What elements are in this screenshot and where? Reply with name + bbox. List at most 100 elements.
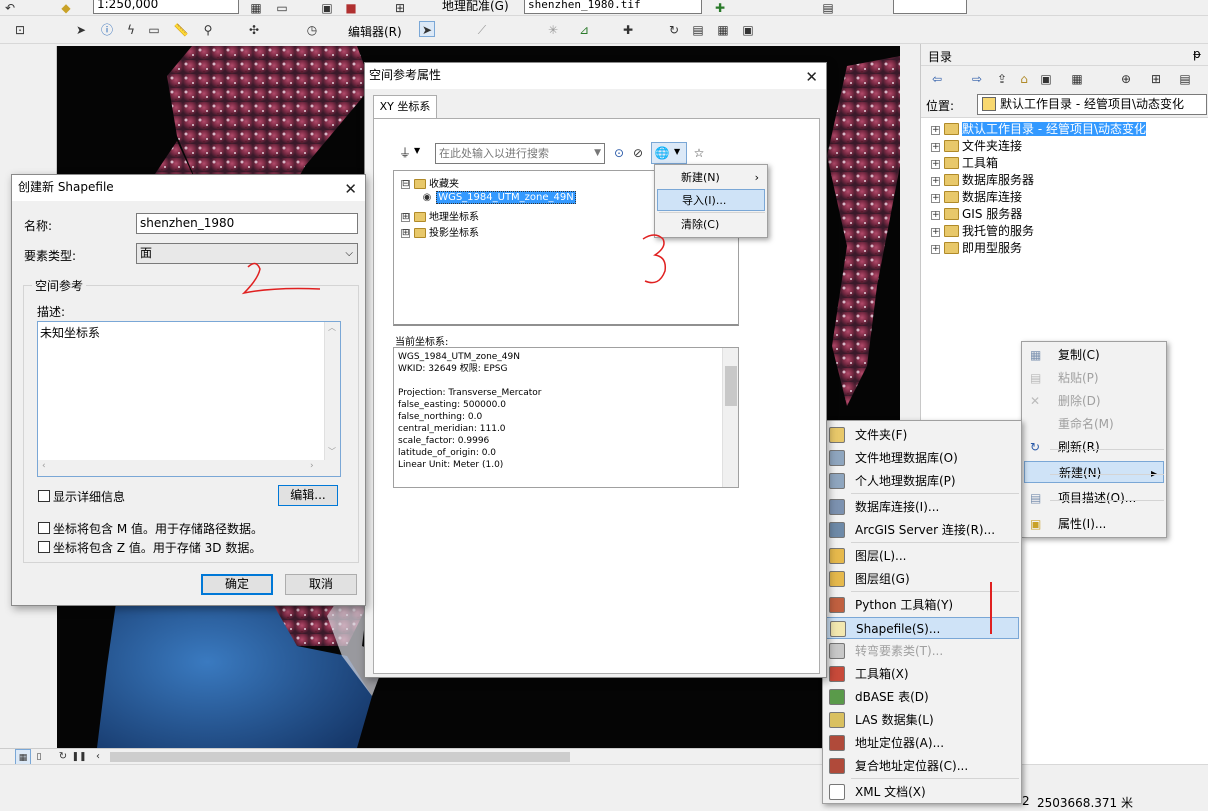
new-submenu-item[interactable]: 转弯要素类(T)... xyxy=(825,640,1019,662)
georeferencing-menu[interactable]: 地理配准(G) xyxy=(442,0,509,14)
catalog-tree-item[interactable]: + 数据库服务器 xyxy=(931,171,1034,188)
editor-menu[interactable]: 编辑器(R) xyxy=(348,23,402,40)
expand-icon[interactable]: + xyxy=(931,211,940,220)
m-values-checkbox[interactable]: 坐标将包含 M 值。用于存储路径数据。 xyxy=(38,520,263,537)
new-submenu-item[interactable]: XML 文档(X) xyxy=(825,781,1019,803)
rotate-icon[interactable]: ↻ xyxy=(666,22,682,38)
attributes-icon[interactable]: ▤ xyxy=(690,22,706,38)
filter-icon[interactable]: ⏚ xyxy=(397,145,413,161)
new-submenu-item[interactable]: 地址定位器(A)... xyxy=(825,732,1019,754)
pause-drawing-icon[interactable]: ❚❚ xyxy=(71,749,87,765)
expand-icon[interactable]: ⊞ xyxy=(401,229,410,238)
menu-clear[interactable]: 清除(C) xyxy=(657,214,765,236)
catalog-tree-item[interactable]: + 数据库连接 xyxy=(931,188,1022,205)
context-menu-item[interactable]: 新建(N) ▸ xyxy=(1024,461,1164,483)
data-view-icon[interactable]: ▦ xyxy=(15,749,31,765)
catalog-tree-item[interactable]: + 工具箱 xyxy=(931,154,998,171)
new-submenu-item[interactable]: 复合地址定位器(C)... xyxy=(825,755,1019,777)
search-icon[interactable]: ⊙ xyxy=(611,145,627,161)
ok-button[interactable]: 确定 xyxy=(201,574,273,595)
clear-search-icon[interactable]: ⊘ xyxy=(630,145,646,161)
layout-view-icon[interactable]: ▯ xyxy=(31,749,47,765)
editor-toolbar-icon[interactable]: ▭ xyxy=(274,0,290,16)
forward-icon[interactable]: ⇨ xyxy=(969,71,985,87)
expand-icon[interactable]: + xyxy=(931,143,940,152)
back-icon[interactable]: ⇦ xyxy=(929,71,945,87)
location-combo[interactable]: 默认工作目录 - 经管项目\动态变化 xyxy=(977,94,1207,115)
scroll-left-icon[interactable]: ‹ xyxy=(90,749,106,765)
add-coordinate-system-button[interactable]: 🌐 ▼ xyxy=(651,142,687,164)
pin-icon[interactable]: ᵽ xyxy=(1193,47,1201,61)
expand-icon[interactable]: + xyxy=(931,177,940,186)
vertex-icon[interactable]: ✳ xyxy=(545,22,561,38)
catalog-tree-item[interactable]: + 我托管的服务 xyxy=(931,222,1034,239)
cs-tree-item[interactable]: ⊟ 收藏夹 xyxy=(401,175,459,190)
edit-tool-icon[interactable]: ➤ xyxy=(419,21,435,37)
catalog-tree-item[interactable]: + 即用型服务 xyxy=(931,239,1022,256)
close-icon[interactable]: ✕ xyxy=(344,177,357,201)
link-table-icon[interactable]: ▤ xyxy=(820,0,836,16)
cs-scrollbar[interactable] xyxy=(722,348,738,487)
find-icon[interactable]: ⚲ xyxy=(200,22,216,38)
sketch-properties-icon[interactable]: ▦ xyxy=(715,22,731,38)
html-popup-icon[interactable]: ▭ xyxy=(146,22,162,38)
edit-button[interactable]: 编辑... xyxy=(278,485,338,506)
cs-tree-item[interactable]: ◉ WGS_1984_UTM_zone_49N xyxy=(421,191,576,204)
up-level-icon[interactable]: ⇪ xyxy=(994,71,1010,87)
expand-icon[interactable]: + xyxy=(931,228,940,237)
menu-import[interactable]: 导入(I)... xyxy=(657,189,765,211)
refresh-view-icon[interactable]: ↻ xyxy=(55,749,71,765)
desc-hscroll[interactable]: ‹ › xyxy=(38,460,340,476)
new-submenu-item[interactable]: 工具箱(X) xyxy=(825,663,1019,685)
search-input[interactable]: 在此处输入以进行搜索 ▼ xyxy=(435,143,605,164)
search-dropdown-icon[interactable]: ▼ xyxy=(594,144,601,163)
identify-icon[interactable]: ⓘ xyxy=(99,22,115,38)
search-box[interactable] xyxy=(893,0,967,14)
catalog-tree-item[interactable]: + 默认工作目录 - 经管项目\动态变化 xyxy=(931,120,1147,137)
select-arrow-icon[interactable]: ➤ xyxy=(73,22,89,38)
expand-icon[interactable]: + xyxy=(931,126,940,135)
context-menu-item[interactable]: ▦ 复制(C) xyxy=(1024,344,1164,366)
desc-vscroll[interactable]: ︿ ﹀ xyxy=(324,322,340,460)
context-menu-item[interactable]: ✕ 删除(D) xyxy=(1024,390,1164,412)
expand-icon[interactable]: + xyxy=(931,245,940,254)
cut-polygon-icon[interactable]: ✚ xyxy=(620,22,636,38)
menu-new[interactable]: 新建(N) › xyxy=(657,167,765,189)
connect-folder-icon[interactable]: ▣ xyxy=(1038,71,1054,87)
new-submenu-item[interactable]: dBASE 表(D) xyxy=(825,686,1019,708)
home-icon[interactable]: ⌂ xyxy=(1016,71,1032,87)
scale-combo[interactable]: 1:250,000 xyxy=(93,0,239,14)
add-control-point-icon[interactable]: ✚ xyxy=(712,0,728,16)
new-submenu-item[interactable]: 数据库连接(I)... xyxy=(825,496,1019,518)
context-menu-item[interactable]: ▤ 项目描述(O)... xyxy=(1024,487,1164,509)
time-slider-icon[interactable]: ◷ xyxy=(304,22,320,38)
context-menu-item[interactable]: 重命名(M) xyxy=(1024,413,1164,435)
hyperlink-icon[interactable]: ϟ xyxy=(123,22,139,38)
name-input[interactable]: shenzhen_1980 xyxy=(136,213,358,234)
tree-view-icon[interactable]: ⊞ xyxy=(1148,71,1164,87)
topology-icon[interactable]: ⊿ xyxy=(576,22,592,38)
catalog-window-icon[interactable]: ▣ xyxy=(319,0,335,16)
new-submenu-item[interactable]: 文件夹(F) xyxy=(825,424,1019,446)
go-to-xy-icon[interactable]: ✣ xyxy=(246,22,262,38)
close-icon[interactable]: ✕ xyxy=(805,65,818,89)
arctoolbox-icon[interactable]: ■ xyxy=(343,0,359,16)
table-of-contents-icon[interactable]: ⊡ xyxy=(12,22,28,38)
catalog-tree-item[interactable]: + 文件夹连接 xyxy=(931,137,1022,154)
new-submenu-item[interactable]: 文件地理数据库(O) xyxy=(825,447,1019,469)
model-builder-icon[interactable]: ⊞ xyxy=(392,0,408,16)
map-hscroll-thumb[interactable] xyxy=(110,752,570,762)
context-menu-item[interactable]: ▣ 属性(I)... xyxy=(1024,513,1164,535)
cancel-button[interactable]: 取消 xyxy=(285,574,357,595)
expand-icon[interactable]: ⊟ xyxy=(401,180,410,189)
filter-dropdown-arrow[interactable]: ▼ xyxy=(414,146,420,155)
create-features-icon[interactable]: ▣ xyxy=(740,22,756,38)
back-arrow-icon[interactable]: ↶ xyxy=(2,0,18,16)
new-submenu-item[interactable]: LAS 数据集(L) xyxy=(825,709,1019,731)
favorite-star-icon[interactable]: ☆ xyxy=(691,145,707,161)
views-icon[interactable]: ▦ xyxy=(1069,71,1085,87)
options-icon[interactable]: ▤ xyxy=(1177,71,1193,87)
new-submenu-item[interactable]: ArcGIS Server 连接(R)... xyxy=(825,519,1019,541)
add-data-icon[interactable]: ◆ xyxy=(58,0,74,16)
context-menu-item[interactable]: ↻ 刷新(R) xyxy=(1024,436,1164,458)
